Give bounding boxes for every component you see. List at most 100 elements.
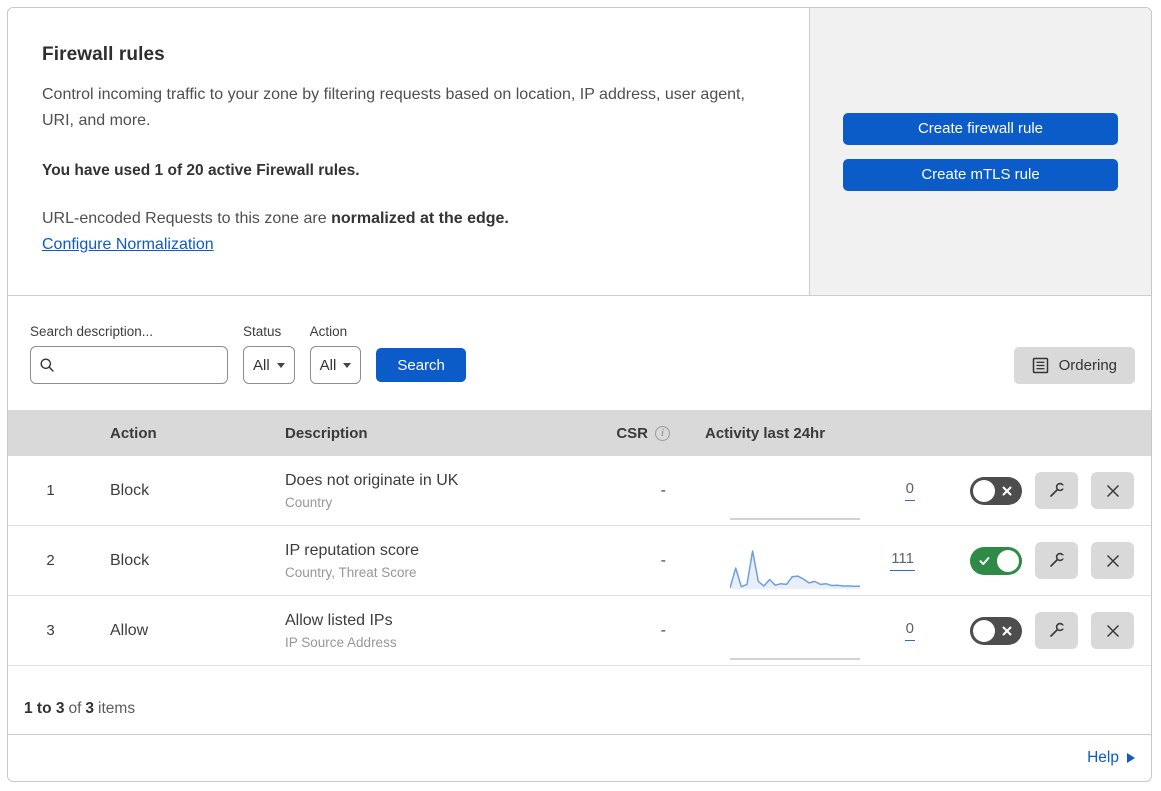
action-dropdown[interactable]: All <box>309 346 362 384</box>
search-icon <box>40 358 54 372</box>
activity-count-link[interactable]: 111 <box>890 550 915 571</box>
rule-description: Does not originate in UK <box>285 471 459 489</box>
rule-activity-cell: 111 <box>678 526 923 595</box>
toggle-check-icon <box>979 556 990 565</box>
rule-enabled-toggle[interactable] <box>970 546 1022 575</box>
rule-activity-cell: 0 <box>678 596 923 665</box>
pagination-summary: 1 to 3 of 3 items <box>8 666 1151 735</box>
rule-csr: - <box>660 551 666 569</box>
rule-action: Block <box>110 481 150 499</box>
delete-rule-button[interactable] <box>1091 472 1134 509</box>
firewall-rules-panel: Firewall rules Control incoming traffic … <box>7 7 1152 782</box>
ordering-button-label: Ordering <box>1058 357 1117 374</box>
activity-count-link[interactable]: 0 <box>904 620 915 641</box>
pagination-items-label: items <box>98 700 136 717</box>
configure-normalization-link[interactable]: Configure Normalization <box>42 236 214 254</box>
search-button[interactable]: Search <box>376 348 466 382</box>
table-row: 2 Block IP reputation score Country, Thr… <box>8 526 1151 596</box>
toggle-knob <box>973 619 995 642</box>
rule-criteria: IP Source Address <box>285 634 397 650</box>
rule-enabled-toggle[interactable] <box>970 616 1022 645</box>
rule-description: Allow listed IPs <box>285 611 393 629</box>
delete-rule-button[interactable] <box>1091 612 1134 649</box>
banner: Firewall rules Control incoming traffic … <box>8 8 1151 296</box>
toggle-knob <box>973 479 995 502</box>
help-link-label: Help <box>1087 749 1119 766</box>
header-csr: CSR i <box>588 425 678 442</box>
edit-rule-button[interactable] <box>1035 612 1078 649</box>
rule-csr: - <box>660 481 666 499</box>
page-title: Firewall rules <box>42 44 165 65</box>
wrench-icon <box>1050 482 1066 497</box>
rule-csr: - <box>660 621 666 639</box>
search-box[interactable] <box>30 346 228 384</box>
header-description: Description <box>285 424 368 442</box>
chevron-down-icon <box>276 362 285 368</box>
rule-priority: 3 <box>46 622 55 639</box>
rule-description-cell: IP reputation score Country, Threat Scor… <box>268 542 588 580</box>
edit-rule-button[interactable] <box>1035 472 1078 509</box>
rule-controls <box>923 472 1151 509</box>
header-csr-label: CSR <box>616 424 648 442</box>
rule-enabled-toggle[interactable] <box>970 476 1022 505</box>
help-bar: Help <box>8 735 1151 781</box>
delete-rule-button[interactable] <box>1091 542 1134 579</box>
status-dropdown[interactable]: All <box>243 346 295 384</box>
toggle-x-icon <box>1002 486 1012 495</box>
edit-rule-button[interactable] <box>1035 542 1078 579</box>
rule-criteria: Country <box>285 494 333 510</box>
header-activity: Activity last 24hr <box>705 424 826 442</box>
activity-count-link[interactable]: 0 <box>904 480 915 501</box>
rule-priority: 1 <box>46 482 55 499</box>
normalization-note: URL-encoded Requests to this zone are no… <box>42 210 749 228</box>
pagination-total: 3 <box>85 700 95 717</box>
wrench-icon <box>1050 552 1066 567</box>
chevron-down-icon <box>343 362 352 368</box>
filter-bar: Search description... Status All Action … <box>8 296 1151 410</box>
ordering-list-icon <box>1032 357 1048 374</box>
search-label: Search description... <box>30 324 154 339</box>
intro-card: Firewall rules Control incoming traffic … <box>8 8 810 295</box>
rule-controls <box>923 612 1151 649</box>
rule-action: Block <box>110 551 150 569</box>
cta-panel: Create firewall rule Create mTLS rule <box>810 8 1151 295</box>
rule-action: Allow <box>110 621 149 639</box>
normalization-prefix: URL-encoded Requests to this zone are <box>42 210 332 227</box>
rule-description: IP reputation score <box>285 541 420 559</box>
toggle-x-icon <box>1002 626 1012 635</box>
table-row: 1 Block Does not originate in UK Country… <box>8 456 1151 526</box>
rule-description-cell: Allow listed IPs IP Source Address <box>268 612 588 650</box>
rule-description-cell: Does not originate in UK Country <box>268 472 588 510</box>
activity-sparkline <box>730 517 860 520</box>
create-firewall-rule-button[interactable]: Create firewall rule <box>843 112 1118 145</box>
status-field-group: Status All <box>243 324 295 384</box>
help-link[interactable]: Help <box>1087 749 1135 767</box>
rule-controls <box>923 542 1151 579</box>
action-label: Action <box>309 324 348 339</box>
pagination-range: 1 to 3 <box>24 700 65 717</box>
info-icon[interactable]: i <box>655 425 670 441</box>
activity-sparkline <box>730 657 860 660</box>
normalization-bold: normalized at the edge. <box>331 210 509 227</box>
ordering-button[interactable]: Ordering <box>1013 347 1135 384</box>
header-action: Action <box>110 424 157 442</box>
action-field-group: Action All <box>309 324 362 384</box>
status-dropdown-value: All <box>253 356 270 374</box>
status-label: Status <box>243 324 282 339</box>
arrow-right-icon <box>1127 753 1135 763</box>
table-row: 3 Allow Allow listed IPs IP Source Addre… <box>8 596 1151 666</box>
table-header: Action Description CSR i Activity last 2… <box>8 410 1151 456</box>
toggle-knob <box>997 549 1019 572</box>
create-mtls-rule-button[interactable]: Create mTLS rule <box>843 158 1118 191</box>
page-description: Control incoming traffic to your zone by… <box>42 86 745 129</box>
activity-sparkline <box>730 549 860 589</box>
rule-activity-cell: 0 <box>678 456 923 525</box>
action-dropdown-value: All <box>319 356 337 374</box>
wrench-icon <box>1050 622 1066 637</box>
pagination-of: of <box>68 700 82 717</box>
rule-criteria: Country, Threat Score <box>285 564 417 580</box>
search-input[interactable] <box>61 356 219 374</box>
usage-note: You have used 1 of 20 active Firewall ru… <box>42 162 360 179</box>
close-icon <box>1106 554 1119 567</box>
search-field-group: Search description... <box>30 324 228 384</box>
